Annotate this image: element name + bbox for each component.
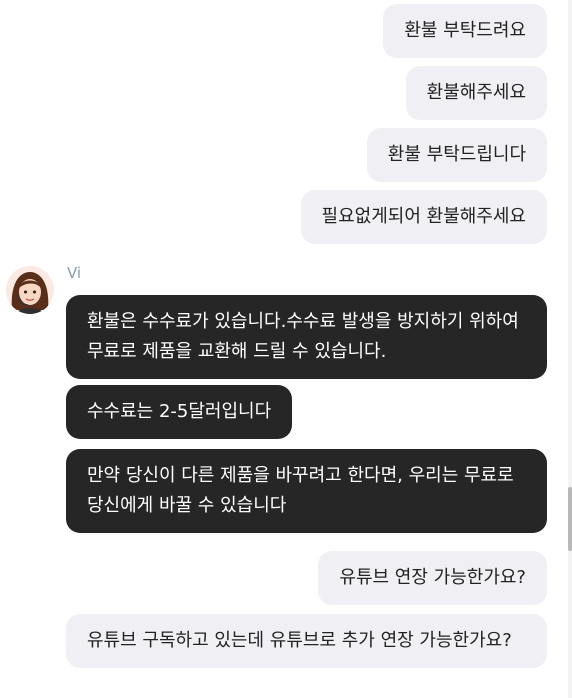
agent-message-bubble: 만약 당신이 다른 제품을 바꾸려고 한다면, 우리는 무료로 당신에게 바꿀 … xyxy=(66,449,547,533)
user-message-bubble: 환불해주세요 xyxy=(405,66,547,120)
agent-message-bubble: 환불은 수수료가 있습니다.수수료 발생을 방지하기 위하여 무료로 제품을 교… xyxy=(66,295,547,379)
chat-scrollbar[interactable] xyxy=(568,0,572,698)
agent-message-bubble: 수수료는 2-5달러입니다 xyxy=(66,385,293,439)
chat-transcript: 환불 부탁드려요 환불해주세요 환불 부탁드립니다 필요없게되어 환불해주세요 … xyxy=(0,0,568,698)
agent-avatar xyxy=(6,266,54,314)
agent-name: Vi xyxy=(67,264,82,282)
user-message-bubble: 유튜브 연장 가능한가요? xyxy=(318,551,547,605)
user-message-bubble: 유튜브 구독하고 있는데 유튜브로 추가 연장 가능한가요? xyxy=(66,614,547,668)
user-message-bubble: 환불 부탁드립니다 xyxy=(366,128,547,182)
agent-avatar-image xyxy=(6,266,54,314)
scrollbar-thumb[interactable] xyxy=(568,487,572,551)
user-message-bubble: 환불 부탁드려요 xyxy=(383,4,547,58)
user-message-bubble: 필요없게되어 환불해주세요 xyxy=(300,190,547,244)
